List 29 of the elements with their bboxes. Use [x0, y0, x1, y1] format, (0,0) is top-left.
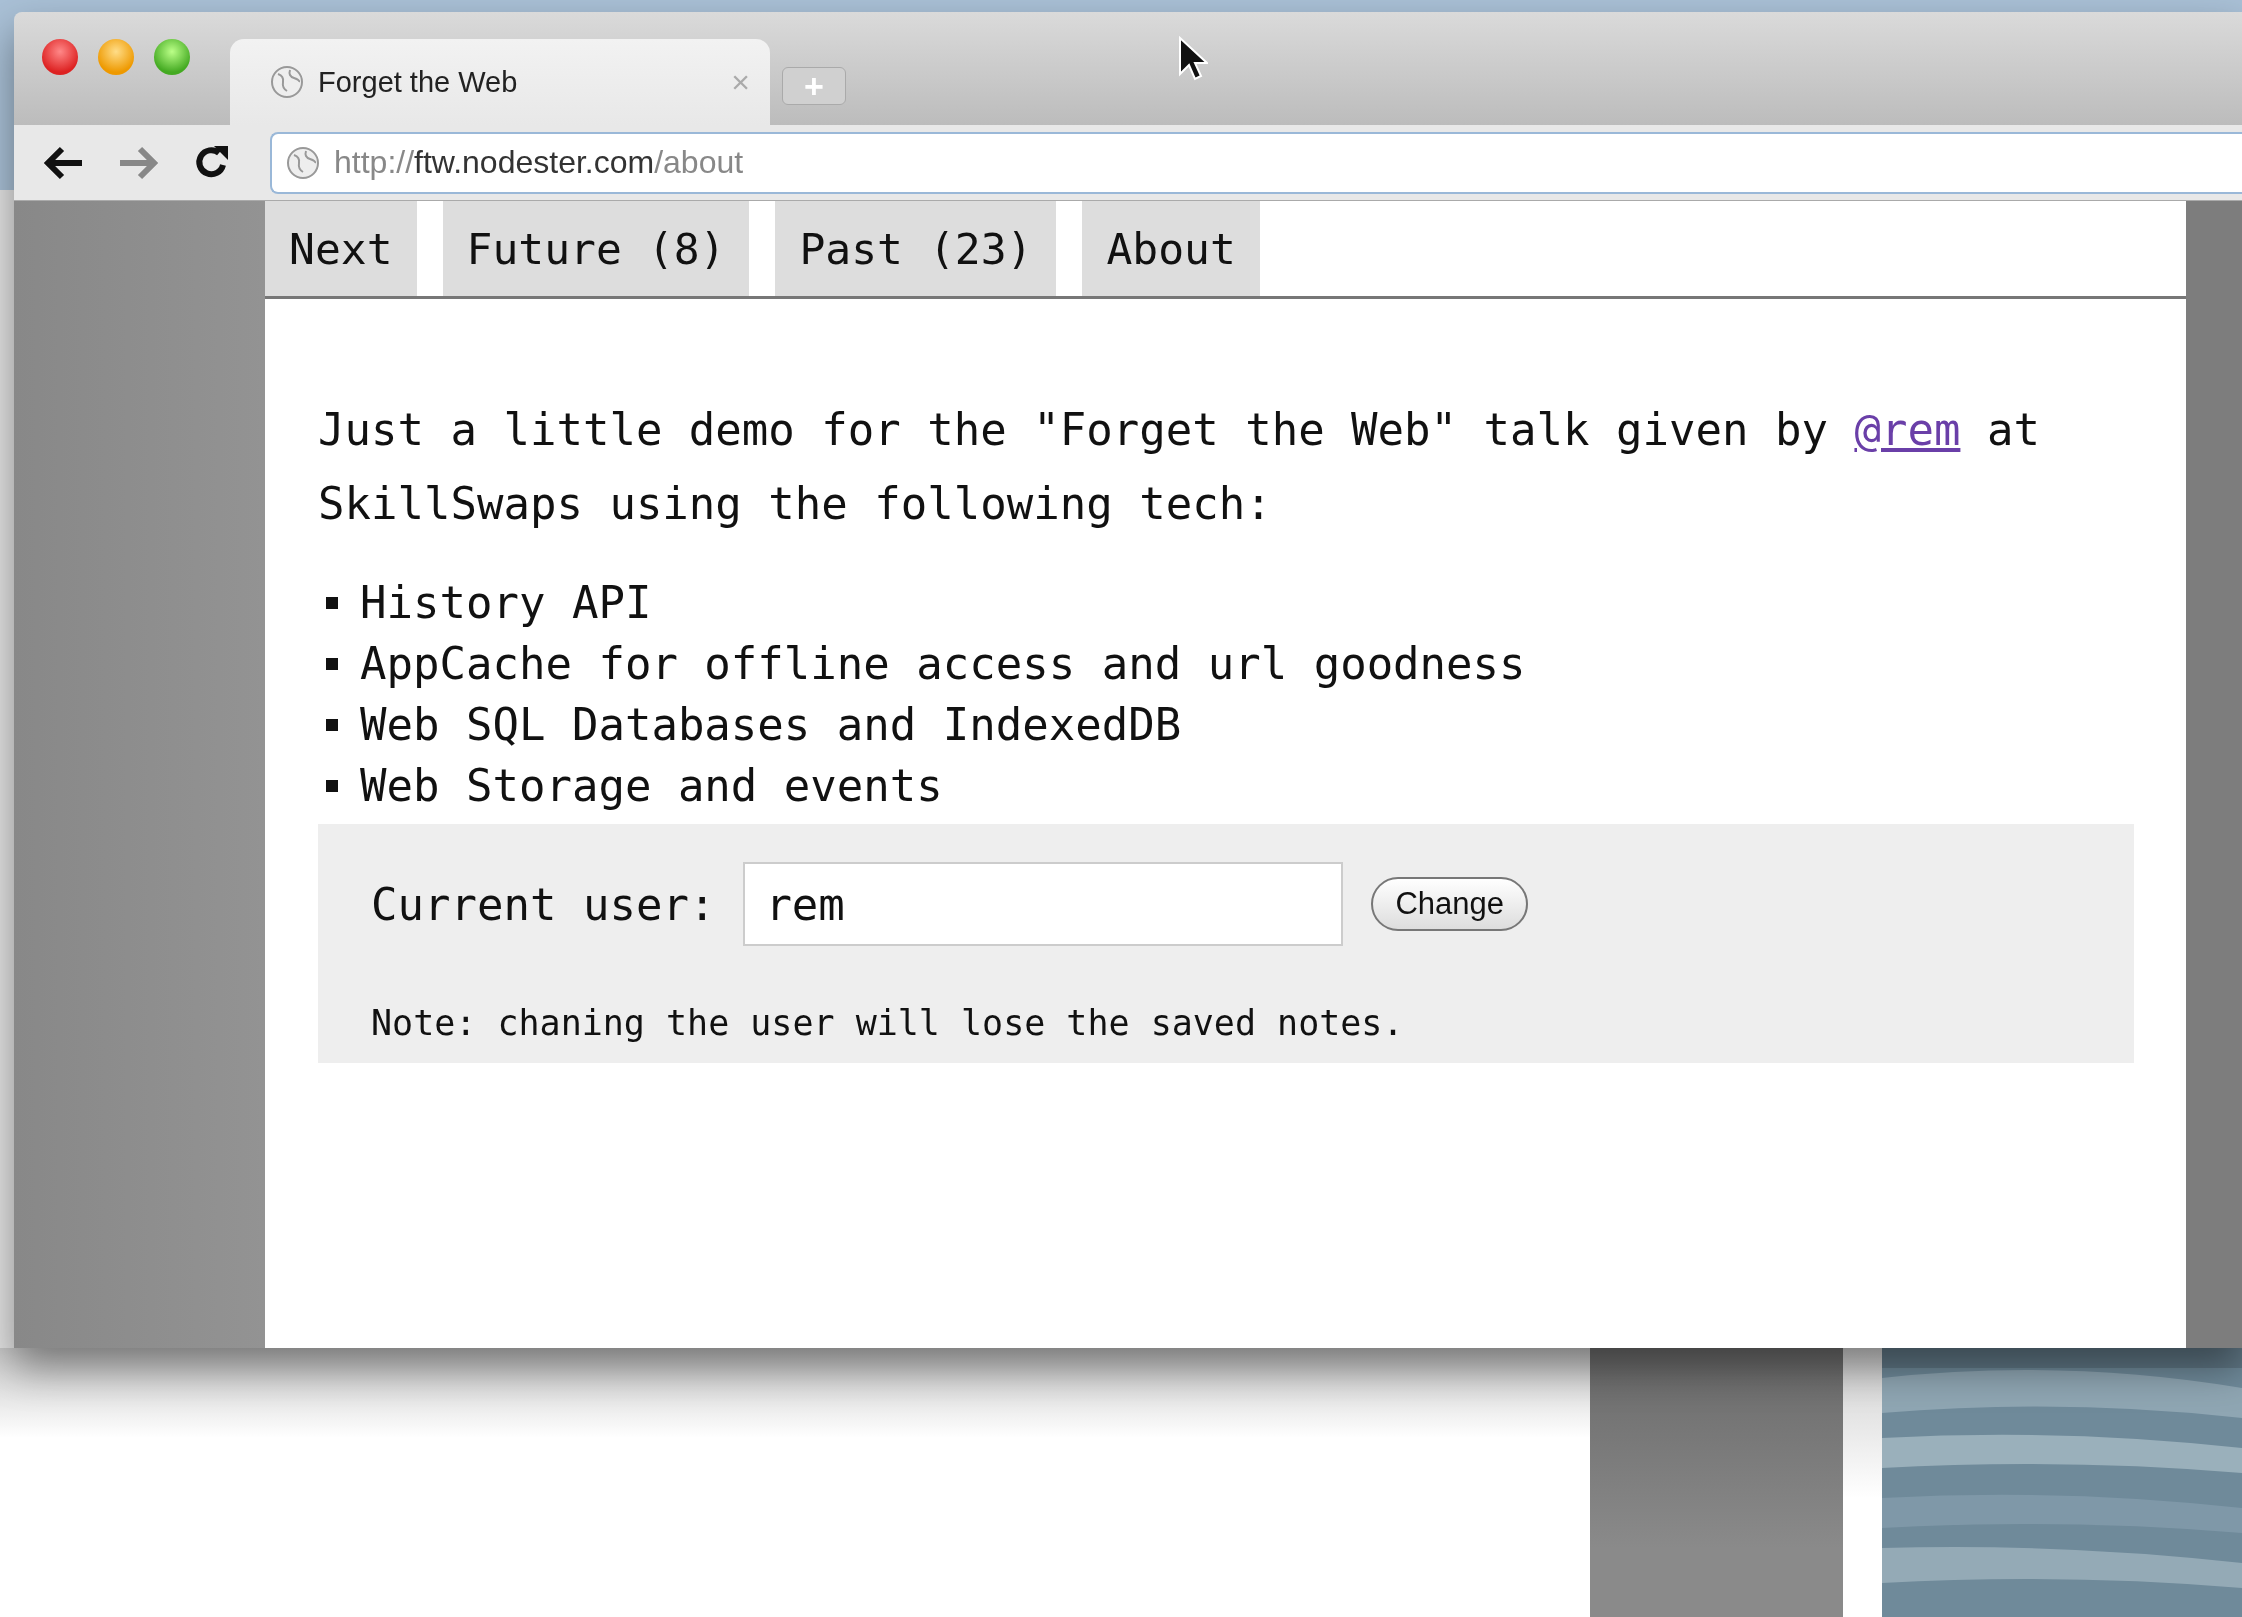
- author-link[interactable]: @rem: [1854, 404, 1961, 455]
- nav-tab[interactable]: Future (8): [442, 201, 750, 296]
- nav-tab[interactable]: Past (23): [775, 201, 1057, 296]
- tab-title: Forget the Web: [318, 65, 519, 99]
- user-label: Current user:: [371, 878, 716, 930]
- cursor-icon: [1178, 36, 1208, 82]
- zoom-window-icon[interactable]: [154, 39, 190, 75]
- url-text: http://ftw.nodester.com/about: [334, 144, 744, 181]
- nav-tab[interactable]: Next: [265, 201, 417, 296]
- browser-tab[interactable]: Forget the Web ×: [230, 39, 770, 125]
- nav-tab[interactable]: About: [1082, 201, 1260, 296]
- intro-paragraph: Just a little demo for the "Forget the Web" talk given by @rem at SkillSwaps using the following tech:: [318, 403, 2041, 531]
- forward-icon[interactable]: [118, 145, 158, 180]
- back-icon[interactable]: [44, 145, 84, 180]
- close-window-icon[interactable]: [42, 39, 78, 75]
- globe-icon: [286, 145, 320, 180]
- bullet-icon: [326, 657, 338, 670]
- note-text: Note: chaning the user will lose the saved notes.: [371, 1003, 1405, 1043]
- user-input[interactable]: rem: [743, 862, 1344, 946]
- bullet-icon: [326, 596, 338, 609]
- bullet-icon: [326, 779, 338, 792]
- feature-item: Web SQL Databases and IndexedDB: [360, 699, 1182, 750]
- change-button[interactable]: Change: [1371, 877, 1528, 931]
- feature-item: Web Storage and events: [360, 760, 943, 811]
- address-bar[interactable]: http://ftw.nodester.com/about: [270, 131, 2242, 194]
- feature-item: AppCache for offline access and url goodness: [360, 638, 1526, 689]
- globe-icon: [270, 65, 304, 99]
- bullet-icon: [326, 718, 338, 731]
- feature-item: History API: [360, 577, 652, 628]
